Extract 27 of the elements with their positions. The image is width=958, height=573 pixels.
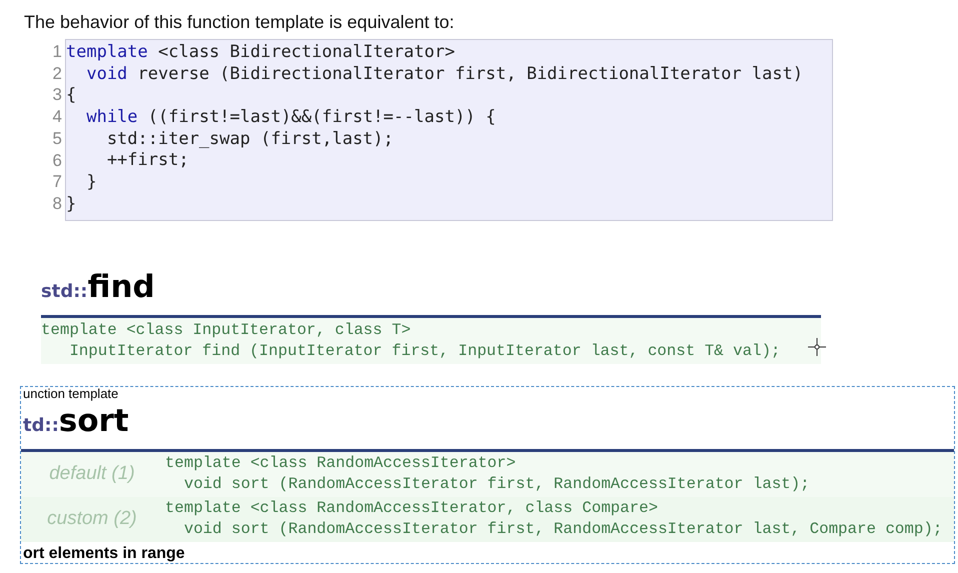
line-number: 6: [52, 150, 62, 172]
line-number: 1: [52, 41, 62, 63]
prototype-code: template <class RandomAccessIterator, class Compare> void sort (RandomAccessIterator first, RandomAccessIterator last, Compare comp);: [164, 498, 942, 540]
line-number: 7: [52, 171, 62, 193]
code-line: }: [66, 194, 78, 216]
code-line: while ((first!=last)&&(first!=--last)) {: [85, 107, 497, 129]
line-number: 2: [52, 62, 62, 84]
line-number: 4: [52, 106, 62, 128]
line-number: 5: [52, 128, 62, 150]
line-number: 8: [52, 192, 62, 215]
prototype-label: custom (2): [46, 508, 138, 530]
line-number: 3: [52, 84, 62, 106]
function-title: td::sort: [22, 402, 130, 440]
section-caption: unction template: [22, 386, 118, 400]
crosshair-cursor-icon: [808, 338, 826, 356]
code-line: std::iter_swap (first,last);: [106, 128, 395, 150]
prototype-code: template <class RandomAccessIterator> void sort (RandomAccessIterator first, RandomAccessIterator last);: [164, 453, 810, 495]
intro-text: The behavior of this function template is equivalent to:: [23, 11, 456, 34]
section-heading: ort elements in range: [22, 544, 186, 562]
function-title: std::find: [41, 268, 156, 306]
code-line: }: [85, 172, 98, 194]
prototype-label: default (1): [48, 463, 136, 485]
code-line: ++first;: [106, 150, 190, 172]
code-line: void reverse (BidirectionalIterator first, BidirectionalIterator last): [85, 64, 804, 86]
declaration-block: template <class InputIterator, class T> InputIterator find (InputIterator first, InputIterator last, const T& val);: [41, 318, 821, 364]
code-line: {: [66, 85, 78, 108]
code-line: template <class BidirectionalIterator>: [66, 42, 456, 64]
